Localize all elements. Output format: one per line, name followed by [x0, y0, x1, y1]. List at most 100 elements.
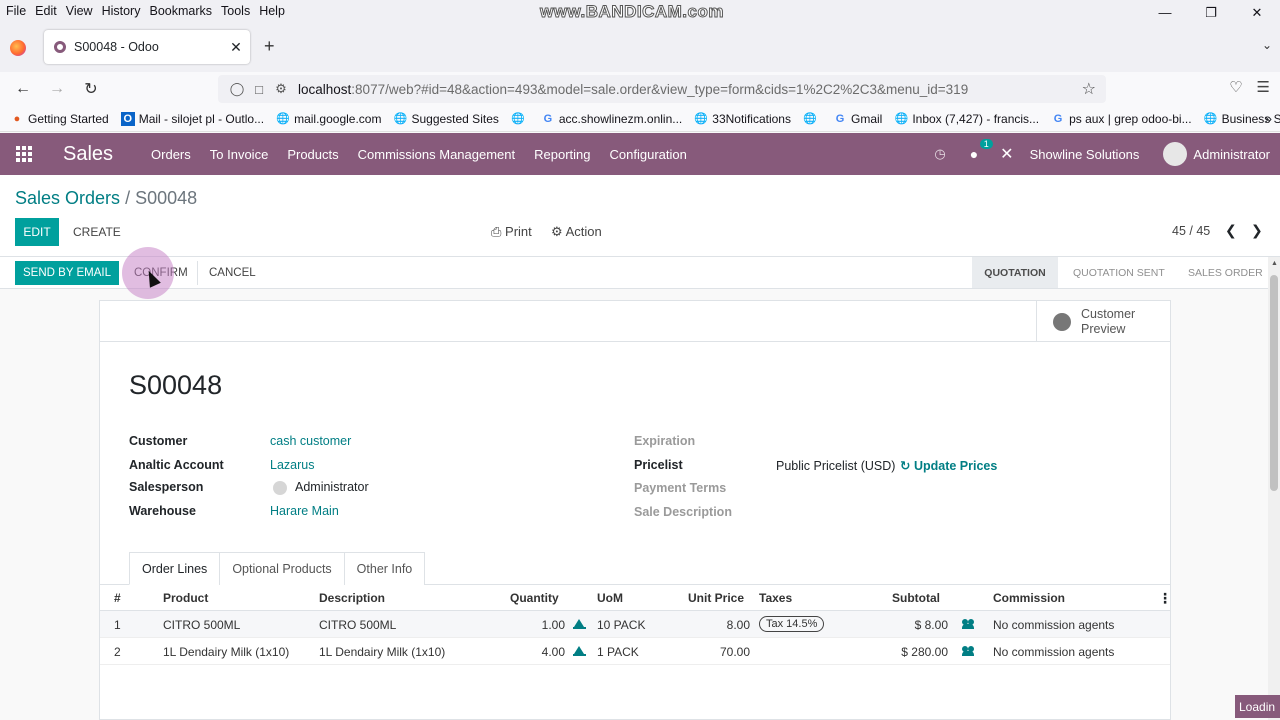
agents-icon[interactable] [962, 646, 974, 656]
menu-history[interactable]: History [102, 4, 141, 18]
bookmark-mail-google[interactable]: 🌐 mail.google.com [276, 112, 381, 126]
menu-help[interactable]: Help [259, 4, 285, 18]
tab-list-chevron-icon[interactable]: ⌄ [1262, 38, 1272, 52]
update-prices-button[interactable]: ↻ Update Prices [900, 458, 997, 473]
globe-icon: 🌐 [803, 113, 817, 125]
send-by-email-button[interactable]: SEND BY EMAIL [15, 261, 119, 285]
edit-button[interactable]: EDIT [15, 218, 59, 246]
company-switcher[interactable]: Showline Solutions [1030, 147, 1140, 162]
bookmark-inbox[interactable]: 🌐 Inbox (7,427) - francis... [894, 112, 1039, 126]
col-description[interactable]: Description [319, 591, 385, 605]
menu-products[interactable]: Products [287, 147, 338, 162]
bookmark-acc-showline[interactable]: Gacc.showlinezm.onlin... [541, 112, 683, 126]
action-button[interactable]: ⚙ Action [551, 224, 602, 240]
row-quantity: 4.00 [541, 645, 565, 659]
row-product: 1L Dendairy Milk (1x10) [163, 645, 290, 659]
menu-configuration[interactable]: Configuration [610, 147, 687, 162]
bookmark-suggested-sites[interactable]: 🌐 Suggested Sites [393, 112, 499, 126]
new-tab-icon[interactable]: + [264, 36, 275, 57]
col-number[interactable]: # [114, 591, 121, 605]
menu-file[interactable]: File [6, 4, 26, 18]
bookmark-label: Gmail [850, 111, 883, 126]
menu-edit[interactable]: Edit [35, 4, 57, 18]
salesperson-value[interactable]: Administrator [273, 480, 369, 495]
forecast-chart-icon[interactable] [573, 619, 586, 629]
stage-sales-order[interactable]: SALES ORDER [1188, 257, 1263, 288]
menu-to-invoice[interactable]: To Invoice [210, 147, 269, 162]
order-name: S00048 [129, 370, 223, 400]
bookmark-notifications[interactable]: 🌐 33Notifications [694, 112, 791, 126]
table-row[interactable]: 1 CITRO 500ML CITRO 500ML 1.00 10 PACK 8… [100, 611, 1170, 638]
chat-icon[interactable]: ● 1 [970, 139, 993, 162]
forecast-chart-icon[interactable] [573, 646, 586, 656]
row-commission: No commission agents [993, 645, 1115, 659]
menu-commissions[interactable]: Commissions Management [358, 147, 516, 162]
table-row[interactable]: 2 1L Dendairy Milk (1x10) 1L Dendairy Mi… [100, 638, 1170, 665]
bookmark-globe[interactable]: 🌐 [511, 112, 529, 126]
customer-link[interactable]: cash customer [270, 434, 351, 448]
col-taxes[interactable]: Taxes [759, 591, 792, 605]
user-menu[interactable]: Administrator [1193, 147, 1270, 162]
agents-icon[interactable] [962, 619, 974, 629]
url-bar[interactable]: ◯ □ ⚙ localhost:8077/web?#id=48&action=4… [218, 75, 1106, 103]
scroll-up-icon[interactable]: ▲ [1271, 260, 1278, 267]
menu-view[interactable]: View [66, 4, 93, 18]
menu-tools[interactable]: Tools [221, 4, 250, 18]
bookmark-gmail[interactable]: G Gmail [833, 111, 883, 126]
menu-reporting[interactable]: Reporting [534, 147, 590, 162]
activity-clock-icon[interactable]: ◷ [934, 146, 945, 162]
bookmark-getting-started[interactable]: ● Getting Started [10, 112, 109, 126]
tab-close-icon[interactable]: ✕ [226, 39, 246, 56]
stage-quotation-sent[interactable]: QUOTATION SENT [1073, 257, 1165, 288]
optional-columns-icon[interactable]: ⋮ [1158, 590, 1172, 607]
tab-order-lines[interactable]: Order Lines [129, 552, 221, 585]
customer-preview-button[interactable]: Customer Preview [1036, 301, 1170, 342]
stage-quotation[interactable]: QUOTATION [972, 257, 1058, 288]
col-uom[interactable]: UoM [597, 591, 623, 605]
browser-tab[interactable]: S00048 - Odoo ✕ [44, 30, 250, 64]
tab-other-info[interactable]: Other Info [343, 552, 426, 585]
control-panel: Sales Orders / S00048 EDIT CREATE ⎙ Prin… [0, 175, 1280, 257]
apps-menu-icon[interactable] [16, 146, 32, 162]
page-icon[interactable]: □ [248, 82, 270, 97]
pricelist-value: Public Pricelist (USD) [776, 459, 896, 473]
pager-value[interactable]: 45 / 45 [1172, 224, 1210, 238]
reload-icon[interactable]: ↻ [74, 79, 108, 99]
bookmark-star-icon[interactable]: ☆ [1082, 79, 1096, 99]
pager-next-icon[interactable]: ❯ [1251, 222, 1263, 239]
back-icon[interactable]: ← [6, 80, 40, 98]
bookmark-ps-aux[interactable]: Gps aux | grep odoo-bi... [1051, 112, 1192, 126]
warehouse-link[interactable]: Harare Main [270, 504, 339, 518]
app-name[interactable]: Sales [63, 143, 113, 166]
firefox-icon[interactable] [10, 40, 26, 56]
cancel-button[interactable]: CANCEL [209, 261, 256, 285]
col-subtotal[interactable]: Subtotal [892, 591, 940, 605]
shield-icon[interactable]: ◯ [226, 81, 248, 97]
globe-icon: 🌐 [694, 113, 709, 125]
print-button[interactable]: ⎙ Print [491, 224, 532, 240]
globe-icon: 🌐 [276, 113, 290, 125]
pager-previous-icon[interactable]: ❮ [1225, 222, 1237, 239]
breadcrumb-sales-orders[interactable]: Sales Orders [15, 188, 120, 208]
col-commission[interactable]: Commission [993, 591, 1065, 605]
bookmark-globe-2[interactable]: 🌐 [803, 112, 821, 126]
menu-bookmarks[interactable]: Bookmarks [149, 4, 212, 18]
avatar[interactable] [1163, 142, 1188, 166]
pocket-icon[interactable]: ♡ [1229, 78, 1242, 96]
page-scrollbar[interactable]: ▲ [1268, 257, 1280, 720]
bookmark-outlook[interactable]: O Mail - silojet pl - Outlo... [120, 111, 264, 126]
scrollbar-thumb[interactable] [1270, 275, 1278, 491]
bookmarks-overflow-icon[interactable]: » [1265, 111, 1272, 126]
app-menu-icon[interactable]: ☰ [1257, 78, 1270, 96]
analytic-account-link[interactable]: Lazarus [270, 458, 314, 472]
col-quantity[interactable]: Quantity [510, 591, 559, 605]
forward-icon[interactable]: → [40, 80, 74, 98]
row-commission: No commission agents [993, 618, 1115, 632]
debug-tools-icon[interactable]: ✕ [1000, 144, 1013, 164]
col-unit-price[interactable]: Unit Price [688, 591, 744, 605]
create-button[interactable]: CREATE [73, 218, 121, 246]
tab-optional-products[interactable]: Optional Products [219, 552, 345, 585]
permissions-icon[interactable]: ⚙ [270, 81, 292, 97]
col-product[interactable]: Product [163, 591, 208, 605]
menu-orders[interactable]: Orders [151, 147, 191, 162]
